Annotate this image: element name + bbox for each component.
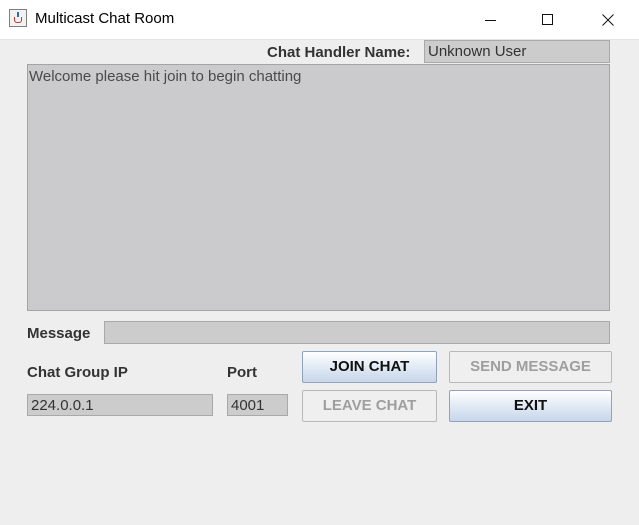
message-label: Message [27, 325, 91, 342]
handler-name-label: Chat Handler Name: [267, 44, 411, 61]
maximize-icon [542, 13, 553, 25]
handler-name-field[interactable]: Unknown User [424, 40, 610, 63]
send-message-button[interactable]: SEND MESSAGE [449, 351, 612, 383]
maximize-button[interactable] [525, 0, 571, 39]
message-input[interactable] [104, 321, 610, 344]
leave-chat-button[interactable]: LEAVE CHAT [302, 390, 437, 422]
title-bar[interactable]: Multicast Chat Room [0, 0, 639, 40]
minimize-button[interactable] [468, 0, 514, 39]
chat-group-ip-field[interactable]: 224.0.0.1 [27, 394, 213, 416]
exit-button[interactable]: EXIT [449, 390, 612, 422]
port-field[interactable]: 4001 [227, 394, 288, 416]
join-chat-button[interactable]: JOIN CHAT [302, 351, 437, 383]
java-app-icon [9, 9, 27, 27]
port-label: Port [227, 364, 257, 381]
chat-history-area[interactable]: Welcome please hit join to begin chattin… [27, 64, 610, 311]
window-title: Multicast Chat Room [35, 10, 175, 27]
minimize-icon [485, 19, 496, 21]
close-icon [602, 13, 614, 26]
chat-group-ip-label: Chat Group IP [27, 364, 128, 381]
chat-window: Multicast Chat Room Chat Handler Name: U… [0, 0, 639, 525]
close-button[interactable] [585, 0, 631, 39]
